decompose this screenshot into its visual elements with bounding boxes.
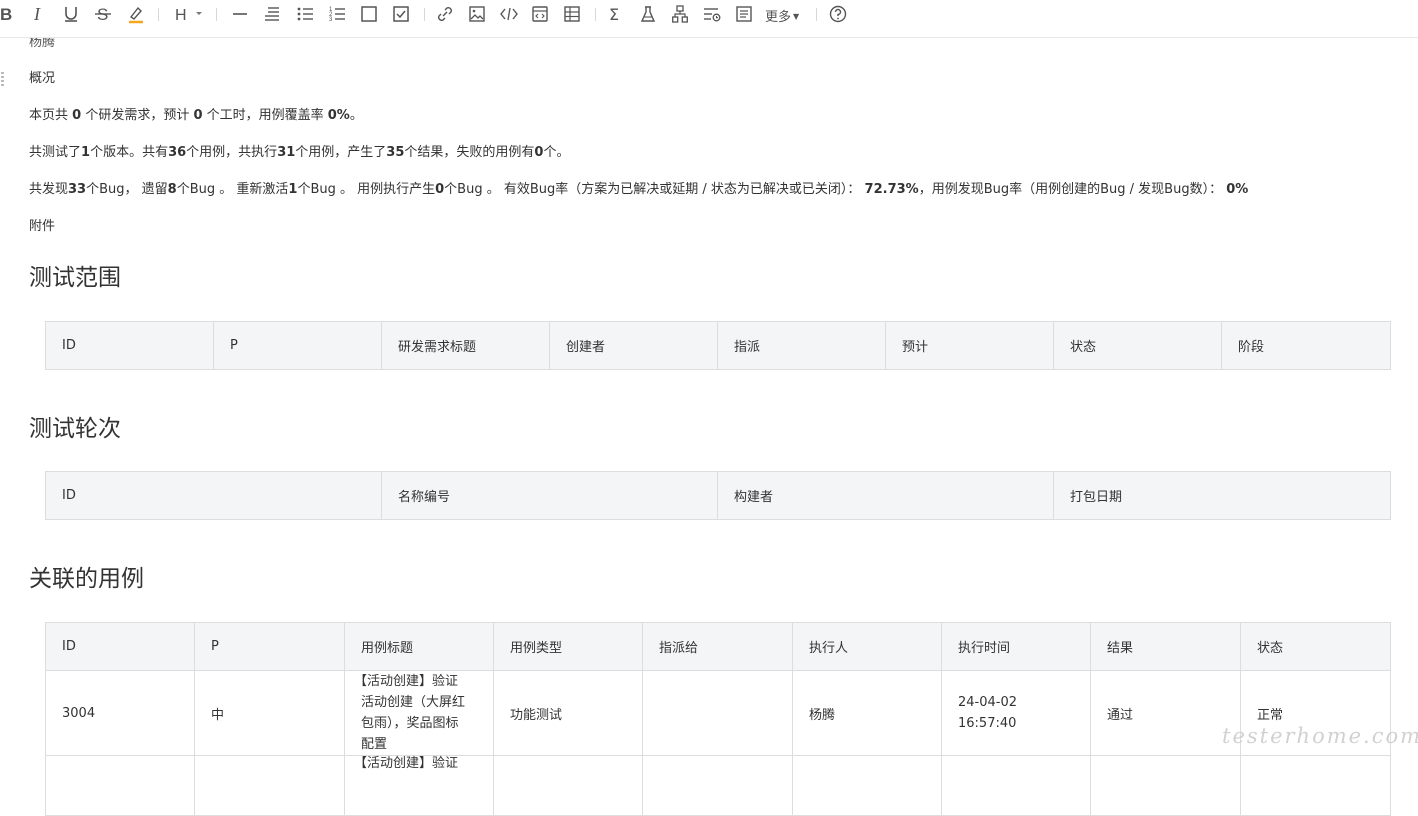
code-icon[interactable] — [500, 3, 518, 25]
column-header: 执行人 — [792, 622, 942, 671]
case-exec-time: 24-04-02 16:57:40 — [941, 670, 1091, 756]
column-header: 状态 — [1053, 321, 1222, 370]
more-label: 更多 — [765, 10, 792, 25]
column-header: 创建者 — [549, 321, 718, 370]
overview-title: 概况 — [29, 71, 56, 86]
case-priority: 中 — [194, 670, 345, 756]
checkbox-empty-icon[interactable] — [361, 3, 377, 25]
quote-icon[interactable] — [264, 3, 280, 25]
case-result — [1090, 755, 1241, 816]
column-header: 构建者 — [717, 471, 1054, 520]
checkbox-checked-icon[interactable] — [393, 3, 409, 25]
table-row: 3004 中 【活动创建】验证 活动创建（大屏红 包雨），奖品图标 配置 功能测… — [45, 670, 1391, 756]
case-type — [493, 755, 643, 816]
column-header: P — [194, 622, 345, 671]
summary-cases: 共测试了1个版本。共有36个用例，共执行31个用例，产生了35个结果，失败的用例… — [29, 145, 570, 160]
underline-icon[interactable] — [63, 3, 79, 25]
case-assignee — [642, 670, 793, 756]
case-exec-time — [941, 755, 1091, 816]
column-header: 指派给 — [642, 622, 793, 671]
column-header: 打包日期 — [1053, 471, 1391, 520]
help-icon[interactable] — [829, 3, 847, 25]
table-row: 【活动创建】验证 — [45, 755, 1391, 816]
watermark: testerhome.com — [1222, 724, 1418, 748]
case-id: 3004 — [45, 670, 195, 756]
table-icon[interactable] — [564, 3, 580, 25]
strikethrough-icon[interactable]: S — [95, 3, 111, 25]
bullet-list-icon[interactable] — [297, 3, 313, 25]
column-header: ID — [45, 321, 214, 370]
chevron-down-icon: ▼ — [793, 12, 800, 21]
section-title-cases: 关联的用例 — [29, 566, 144, 592]
horizontal-rule-icon[interactable] — [232, 3, 248, 25]
document-icon[interactable] — [736, 3, 752, 25]
case-priority — [194, 755, 345, 816]
column-header: 结果 — [1090, 622, 1241, 671]
column-header: 指派 — [717, 321, 886, 370]
case-executor: 杨腾 — [792, 670, 942, 756]
case-id — [45, 755, 195, 816]
editor-toolbar: B I S H 123 Σ 更多 ▼ — [0, 0, 1418, 38]
case-status — [1240, 755, 1391, 816]
attachment-label: 附件 — [29, 219, 56, 234]
column-header: 执行时间 — [941, 622, 1091, 671]
svg-text:Σ: Σ — [609, 5, 619, 24]
section-title-rounds: 测试轮次 — [29, 416, 121, 442]
column-header: P — [213, 321, 382, 370]
toc-icon[interactable] — [703, 3, 721, 25]
column-header: 研发需求标题 — [381, 321, 550, 370]
mindmap-icon[interactable] — [672, 3, 688, 25]
section-title-scope: 测试范围 — [29, 265, 121, 291]
document-body: 杨腾 概况 本页共 0 个研发需求，预计 0 个工时，用例覆盖率 0%。 共测试… — [0, 0, 1418, 816]
column-header: ID — [45, 471, 382, 520]
more-menu-button[interactable]: 更多 ▼ — [765, 6, 799, 25]
case-executor — [792, 755, 942, 816]
case-result: 通过 — [1090, 670, 1241, 756]
svg-text:B: B — [0, 5, 12, 24]
column-header: ID — [45, 622, 195, 671]
rounds-table: ID 名称编号 构建者 打包日期 — [45, 471, 1391, 520]
column-header: 用例标题 — [344, 622, 494, 671]
table-header-row: ID P 研发需求标题 创建者 指派 预计 状态 阶段 — [45, 321, 1391, 370]
svg-text:3: 3 — [329, 17, 333, 23]
column-header: 阶段 — [1221, 321, 1391, 370]
column-header: 预计 — [885, 321, 1054, 370]
bold-icon[interactable]: B — [0, 3, 16, 25]
italic-icon[interactable]: I — [33, 3, 47, 25]
highlight-icon[interactable] — [127, 3, 145, 25]
image-icon[interactable] — [469, 3, 485, 25]
case-title[interactable]: 【活动创建】验证 活动创建（大屏红 包雨），奖品图标 配置 — [344, 670, 494, 756]
code-block-icon[interactable] — [532, 3, 548, 25]
column-header: 用例类型 — [493, 622, 643, 671]
table-header-row: ID P 用例标题 用例类型 指派给 执行人 执行时间 结果 状态 — [45, 622, 1391, 671]
cases-table: ID P 用例标题 用例类型 指派给 执行人 执行时间 结果 状态 3004 中… — [45, 622, 1391, 816]
ordered-list-icon[interactable]: 123 — [329, 3, 345, 25]
summary-bugs: 共发现33个Bug， 遗留8个Bug 。 重新激活1个Bug 。 用例执行产生0… — [29, 182, 1249, 197]
column-header: 名称编号 — [381, 471, 718, 520]
flask-icon[interactable] — [640, 3, 656, 25]
column-header: 状态 — [1240, 622, 1391, 671]
formula-icon[interactable]: Σ — [608, 3, 624, 25]
table-header-row: ID 名称编号 构建者 打包日期 — [45, 471, 1391, 520]
link-icon[interactable] — [437, 3, 453, 25]
svg-text:H: H — [175, 7, 187, 24]
case-assignee — [642, 755, 793, 816]
scope-table: ID P 研发需求标题 创建者 指派 预计 状态 阶段 — [45, 321, 1391, 370]
heading-icon[interactable]: H — [175, 3, 207, 25]
case-title[interactable]: 【活动创建】验证 — [344, 755, 494, 816]
summary-demands: 本页共 0 个研发需求，预计 0 个工时，用例覆盖率 0%。 — [29, 108, 363, 123]
case-type: 功能测试 — [493, 670, 643, 756]
svg-text:I: I — [33, 4, 41, 24]
